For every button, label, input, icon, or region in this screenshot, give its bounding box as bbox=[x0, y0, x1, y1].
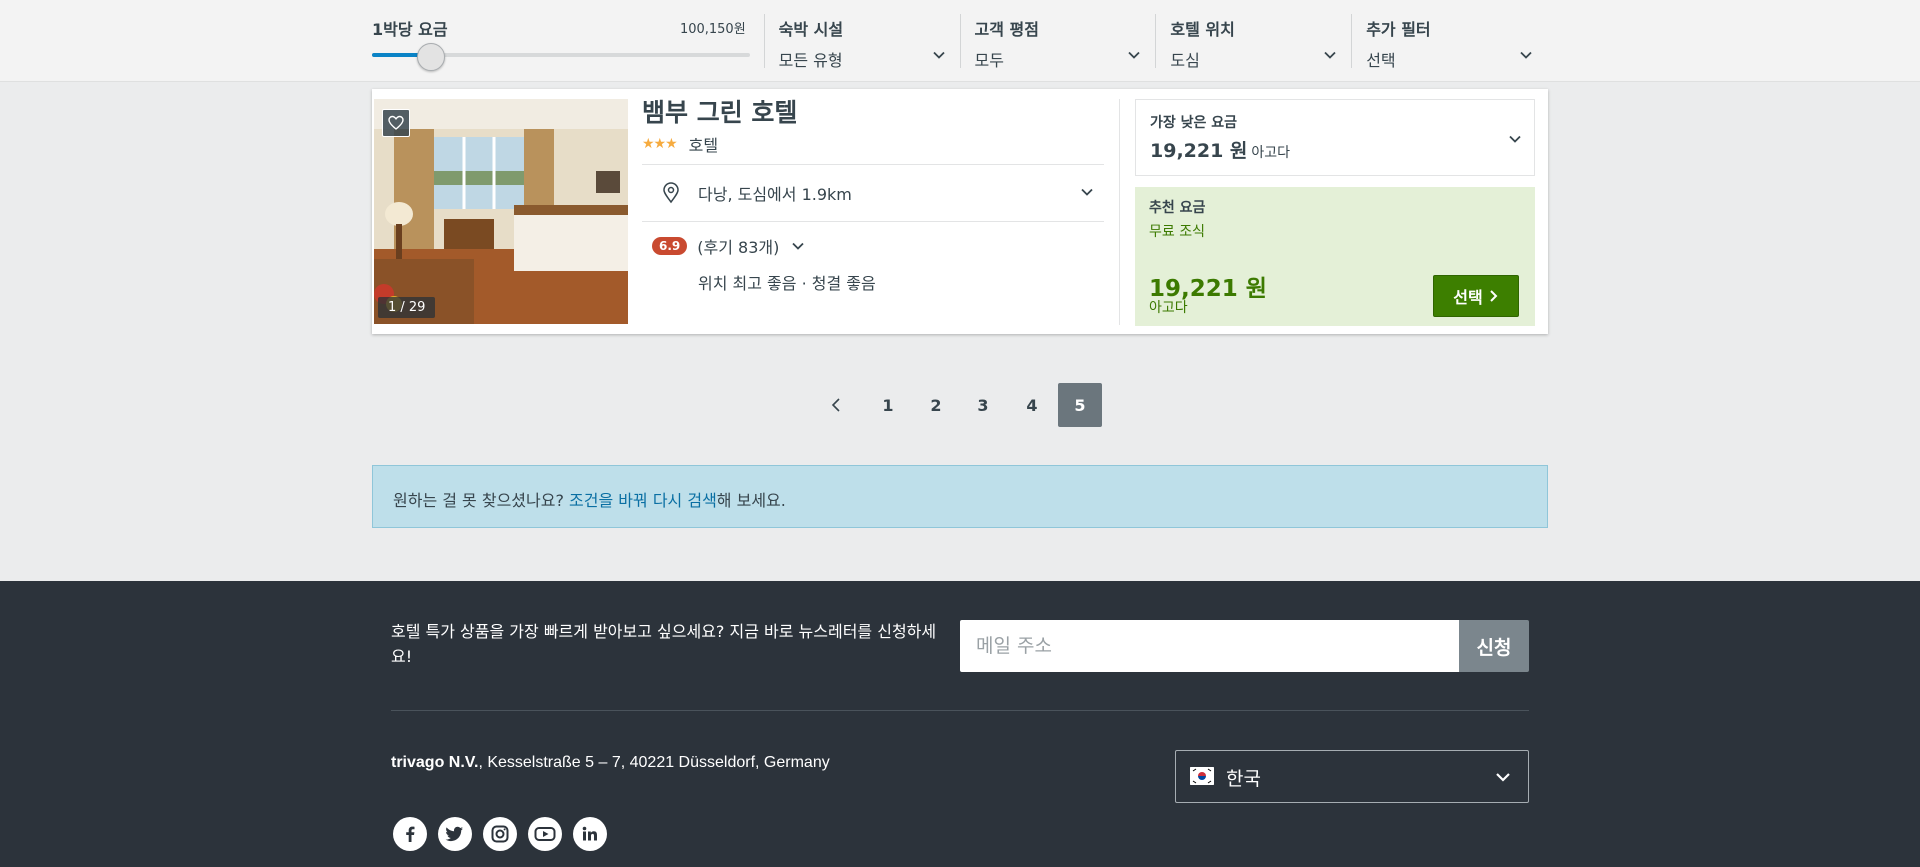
chevron-down-icon bbox=[932, 51, 945, 59]
price-slider-fill bbox=[372, 53, 422, 57]
subscribe-button[interactable]: 신청 bbox=[1459, 620, 1529, 672]
page-2[interactable]: 2 bbox=[914, 383, 958, 427]
rating-badge: 6.9 bbox=[652, 236, 688, 255]
recommended-deal: 추천 요금 무료 조식 19,221 원 아고다 선택 bbox=[1135, 187, 1535, 326]
review-count: (후기 83개) bbox=[697, 237, 780, 257]
email-input[interactable] bbox=[960, 620, 1459, 672]
select-deal-label: 선택 bbox=[1453, 288, 1483, 307]
chevron-down-icon bbox=[1520, 51, 1532, 59]
price-slider-handle[interactable] bbox=[417, 43, 446, 71]
lowest-price-site: 아고다 bbox=[1251, 145, 1291, 161]
chevron-down-icon bbox=[792, 242, 804, 250]
hotel-card: 1 / 29 뱀부 그린 호텔 ★★★ 호텔 다낭, 도심에서 1.9km 6.… bbox=[372, 89, 1548, 334]
chevron-right-icon bbox=[1490, 290, 1498, 302]
review-summary: 위치 최고 좋음 · 청결 좋음 bbox=[698, 273, 876, 293]
property-type-label: 숙박 시설 bbox=[778, 20, 844, 39]
search-tip-notice: 원하는 걸 못 찾으셨나요? 조건을 바꿔 다시 검색해 보세요. bbox=[372, 465, 1548, 528]
hotel-location: 다낭, 도심에서 1.9km bbox=[698, 184, 852, 204]
recommended-site: 아고다 bbox=[1149, 300, 1188, 316]
newsletter-text: 호텔 특가 상품을 가장 빠르게 받아보고 싶으세요? 지금 바로 뉴스레터를 … bbox=[391, 622, 937, 666]
hotel-photo[interactable]: 1 / 29 bbox=[374, 99, 628, 324]
page-4[interactable]: 4 bbox=[1010, 383, 1054, 427]
recommended-label: 추천 요금 bbox=[1149, 200, 1206, 216]
price-filter: 1박당 요금 100,150원 bbox=[372, 0, 764, 82]
page-3[interactable]: 3 bbox=[961, 383, 1005, 427]
notice-text-after: 해 보세요. bbox=[716, 491, 786, 510]
company-address: trivago N.V., Kesselstraße 5 – 7, 40221 … bbox=[391, 754, 830, 772]
hotel-location-label: 호텔 위치 bbox=[1170, 20, 1235, 39]
card-divider bbox=[1119, 99, 1120, 325]
youtube-icon[interactable] bbox=[528, 817, 562, 851]
free-breakfast: 무료 조식 bbox=[1149, 224, 1205, 240]
guest-rating-filter[interactable]: 고객 평점 모두 bbox=[959, 14, 1156, 70]
address-text: , Kesselstraße 5 – 7, 40221 Düsseldorf, … bbox=[478, 754, 830, 771]
location-row[interactable]: 다낭, 도심에서 1.9km bbox=[642, 165, 1104, 221]
prev-page-button[interactable] bbox=[814, 383, 858, 427]
more-filters-label: 추가 필터 bbox=[1366, 20, 1431, 39]
modify-search-link[interactable]: 조건을 바꿔 다시 검색 bbox=[569, 491, 717, 510]
hotel-type: 호텔 bbox=[688, 135, 719, 155]
photo-counter: 1 / 29 bbox=[378, 297, 436, 318]
hotel-info: 뱀부 그린 호텔 ★★★ 호텔 다낭, 도심에서 1.9km 6.9 (후기 8… bbox=[642, 97, 1104, 294]
star-rating: ★★★ bbox=[642, 135, 678, 152]
korea-flag-icon bbox=[1190, 767, 1214, 785]
chevron-down-icon bbox=[1509, 135, 1521, 143]
lowest-price-label: 가장 낮은 요금 bbox=[1150, 115, 1238, 131]
price-filter-value: 100,150원 bbox=[679, 22, 746, 37]
chevron-down-icon bbox=[1324, 51, 1336, 59]
hotel-name[interactable]: 뱀부 그린 호텔 bbox=[642, 97, 1104, 130]
more-filters[interactable]: 추가 필터 선택 bbox=[1351, 14, 1547, 70]
guest-rating-label: 고객 평점 bbox=[974, 20, 1039, 39]
linkedin-icon[interactable] bbox=[573, 817, 607, 851]
hotel-room-image bbox=[374, 99, 628, 324]
company-name: trivago N.V. bbox=[391, 754, 479, 771]
page-5-current[interactable]: 5 bbox=[1058, 383, 1102, 427]
reviews-row[interactable]: 6.9 (후기 83개) bbox=[652, 234, 1104, 258]
facebook-icon[interactable] bbox=[393, 817, 427, 851]
favorite-button[interactable] bbox=[382, 109, 410, 137]
footer: 호텔 특가 상품을 가장 빠르게 받아보고 싶으세요? 지금 바로 뉴스레터를 … bbox=[0, 581, 1920, 867]
lowest-price-box[interactable]: 가장 낮은 요금 19,221 원 아고다 bbox=[1135, 99, 1535, 176]
location-pin-icon bbox=[663, 181, 679, 203]
chevron-down-icon bbox=[1128, 51, 1140, 59]
page-1[interactable]: 1 bbox=[866, 383, 910, 427]
country-label: 한국 bbox=[1226, 768, 1261, 790]
chevron-down-icon bbox=[1081, 188, 1093, 196]
lowest-price: 19,221 원 아고다 bbox=[1150, 140, 1291, 162]
property-type-filter[interactable]: 숙박 시설 모든 유형 bbox=[763, 14, 960, 70]
filter-bar: 1박당 요금 100,150원 숙박 시설 모든 유형 고객 평점 모두 호텔 … bbox=[0, 0, 1920, 82]
select-deal-button[interactable]: 선택 bbox=[1433, 275, 1519, 317]
notice-text-before: 원하는 걸 못 찾으셨나요? bbox=[393, 491, 570, 510]
country-selector[interactable]: 한국 bbox=[1175, 750, 1529, 803]
chevron-left-icon bbox=[831, 398, 840, 412]
twitter-icon[interactable] bbox=[438, 817, 472, 851]
instagram-icon[interactable] bbox=[483, 817, 517, 851]
chevron-down-icon bbox=[1496, 773, 1510, 782]
pagination: 1 2 3 4 5 bbox=[0, 383, 1920, 427]
footer-divider bbox=[391, 710, 1529, 711]
price-filter-label: 1박당 요금 bbox=[372, 20, 448, 39]
social-links bbox=[393, 817, 618, 851]
heart-icon bbox=[388, 115, 404, 130]
hotel-location-filter[interactable]: 호텔 위치 도심 bbox=[1155, 14, 1351, 70]
